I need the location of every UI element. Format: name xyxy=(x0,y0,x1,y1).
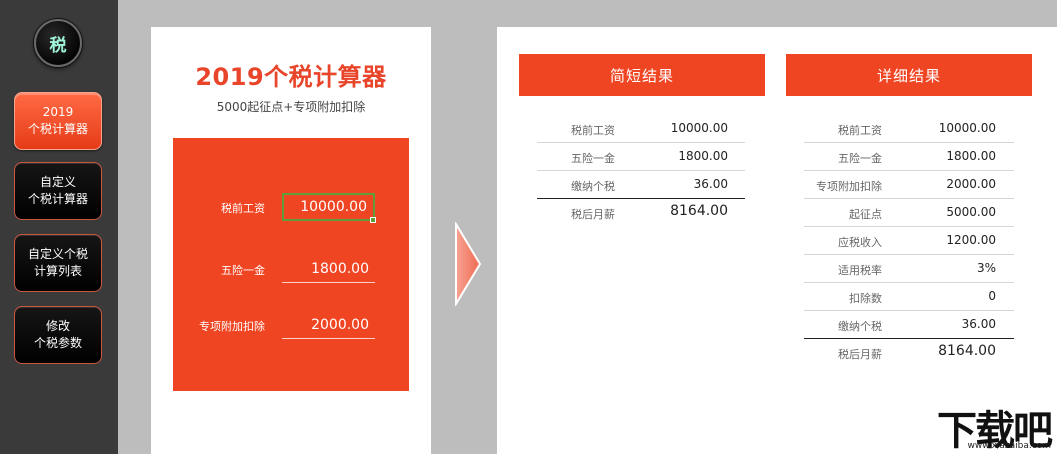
table-row: 税前工资 10000.00 xyxy=(537,115,747,143)
row-label: 税后月薪 xyxy=(571,208,615,221)
sidebar: 税 2019 个税计算器 自定义 个税计算器 自定义个税 计算列表 修改 个税参… xyxy=(0,0,118,454)
row-label: 缴纳个税 xyxy=(838,320,882,333)
row-value[interactable]: 2000.00 xyxy=(904,177,996,191)
deduction-label: 专项附加扣除 xyxy=(199,320,265,333)
row-value[interactable]: 1800.00 xyxy=(904,149,996,163)
row-value[interactable]: 10000.00 xyxy=(904,121,996,135)
insurance-input[interactable]: 1800.00 xyxy=(282,255,375,283)
watermark: 下载吧 www.xiazaiba.com xyxy=(919,398,1057,454)
insurance-label: 五险一金 xyxy=(221,264,265,277)
table-row: 五险一金 1800.00 xyxy=(537,143,747,171)
salary-label: 税前工资 xyxy=(221,202,265,215)
detail-results-header: 详细结果 xyxy=(786,54,1032,96)
calculator-panel: 2019个税计算器 5000起征点+专项附加扣除 税前工资 10000.00 五… xyxy=(151,27,431,454)
salary-input[interactable]: 10000.00 xyxy=(282,193,375,221)
row-value[interactable]: 5000.00 xyxy=(904,205,996,219)
row-label: 扣除数 xyxy=(849,292,882,305)
arrow-right-icon xyxy=(455,222,482,306)
table-row: 缴纳个税 36.00 xyxy=(804,311,1016,339)
row-label: 五险一金 xyxy=(838,152,882,165)
calculator-title: 2019个税计算器 xyxy=(195,63,387,91)
table-row: 适用税率 3% xyxy=(804,255,1016,283)
input-row-deduction: 专项附加扣除 2000.00 xyxy=(173,311,409,339)
table-row: 起征点 5000.00 xyxy=(804,199,1016,227)
row-label: 税前工资 xyxy=(571,124,615,137)
table-row: 扣除数 0 xyxy=(804,283,1016,311)
nav-custom-list-button[interactable]: 自定义个税 计算列表 xyxy=(14,234,102,292)
row-value[interactable]: 0 xyxy=(904,289,996,303)
table-row: 缴纳个税 36.00 xyxy=(537,171,747,199)
row-value[interactable]: 1800.00 xyxy=(637,149,728,163)
input-row-salary: 税前工资 10000.00 xyxy=(173,193,409,223)
row-label: 专项附加扣除 xyxy=(816,180,882,193)
tax-logo-icon: 税 xyxy=(34,19,82,67)
row-label: 五险一金 xyxy=(571,152,615,165)
cell-fill-handle[interactable] xyxy=(370,217,376,223)
table-row: 税后月薪 8164.00 xyxy=(537,199,747,227)
input-box: 税前工资 10000.00 五险一金 1800.00 专项附加扣除 2000.0… xyxy=(173,138,409,391)
row-value[interactable]: 36.00 xyxy=(637,177,728,191)
row-label: 税前工资 xyxy=(838,124,882,137)
table-row: 专项附加扣除 2000.00 xyxy=(804,171,1016,199)
deduction-input[interactable]: 2000.00 xyxy=(282,311,375,339)
row-value[interactable]: 10000.00 xyxy=(637,121,728,135)
table-row: 税前工资 10000.00 xyxy=(804,115,1016,143)
spreadsheet-window: 税 2019 个税计算器 自定义 个税计算器 自定义个税 计算列表 修改 个税参… xyxy=(0,0,1057,454)
nav-2019-calculator-button[interactable]: 2019 个税计算器 xyxy=(14,92,102,150)
row-label: 缴纳个税 xyxy=(571,180,615,193)
row-label: 应税收入 xyxy=(838,236,882,249)
table-row: 应税收入 1200.00 xyxy=(804,227,1016,255)
table-row: 税后月薪 8164.00 xyxy=(804,339,1016,367)
row-value[interactable]: 3% xyxy=(904,261,996,275)
row-value[interactable]: 1200.00 xyxy=(904,233,996,247)
input-row-insurance: 五险一金 1800.00 xyxy=(173,255,409,283)
calculator-subtitle: 5000起征点+专项附加扣除 xyxy=(216,100,366,114)
watermark-url: www.xiazaiba.com xyxy=(967,441,1051,451)
nav-edit-params-button[interactable]: 修改 个税参数 xyxy=(14,306,102,364)
row-value[interactable]: 8164.00 xyxy=(637,203,728,219)
results-panel: 简短结果 详细结果 税前工资 10000.00 五险一金 1800.00 缴纳个… xyxy=(497,27,1057,454)
row-value[interactable]: 36.00 xyxy=(904,317,996,331)
row-label: 起征点 xyxy=(849,208,882,221)
row-label: 税后月薪 xyxy=(838,348,882,361)
table-row: 五险一金 1800.00 xyxy=(804,143,1016,171)
detail-results-table: 税前工资 10000.00 五险一金 1800.00 专项附加扣除 2000.0… xyxy=(804,115,1016,367)
row-label: 适用税率 xyxy=(838,264,882,277)
nav-custom-calculator-button[interactable]: 自定义 个税计算器 xyxy=(14,162,102,220)
row-value[interactable]: 8164.00 xyxy=(904,343,996,359)
brief-results-header: 简短结果 xyxy=(519,54,765,96)
brief-results-table: 税前工资 10000.00 五险一金 1800.00 缴纳个税 36.00 税后… xyxy=(537,115,747,227)
